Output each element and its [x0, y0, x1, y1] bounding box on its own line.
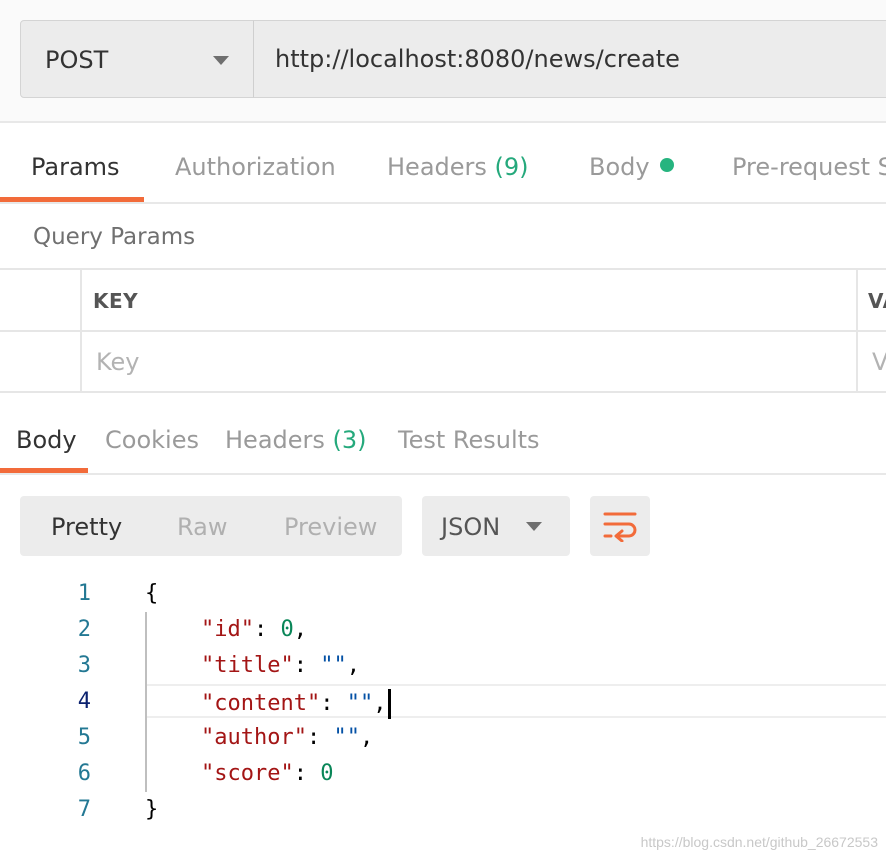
json-comma: , [346, 653, 360, 678]
code-line: "score": 0 [201, 761, 334, 786]
code-line: } [145, 797, 158, 822]
request-bar: POST http://localhost:8080/news/create [0, 0, 886, 123]
json-key: "title" [201, 653, 294, 678]
code-line: "title": "", [201, 653, 360, 678]
tab-pre-request-label: Pre-request Sc [732, 153, 886, 181]
line-number: 5 [77, 725, 91, 750]
response-tab-test-results-label: Test Results [398, 426, 540, 454]
tab-body-label: Body [589, 153, 650, 181]
table-col-divider [856, 268, 858, 393]
tab-pre-request-script[interactable]: Pre-request Sc [732, 153, 886, 181]
key-input[interactable]: Key [96, 348, 140, 376]
body-indicator-dot-icon [659, 158, 674, 172]
view-raw-button[interactable]: Raw [177, 513, 227, 541]
json-value: 0 [320, 761, 334, 786]
response-tab-body-label: Body [16, 426, 77, 454]
watermark: https://blog.csdn.net/github_26672553 [640, 834, 878, 850]
response-tab-body[interactable]: Body [16, 426, 77, 454]
wrap-lines-icon [603, 512, 637, 542]
code-line: "author": "", [201, 725, 374, 750]
wrap-lines-button[interactable] [590, 496, 650, 556]
line-number: 6 [77, 761, 91, 786]
format-selected: JSON [441, 513, 501, 541]
json-key: "author" [201, 725, 307, 750]
json-key: "score" [201, 761, 294, 786]
code-line: "id": 0, [201, 617, 307, 642]
response-tab-cookies[interactable]: Cookies [105, 426, 199, 454]
code-line: { [145, 581, 158, 606]
open-brace: { [145, 581, 159, 606]
line-number: 1 [77, 581, 91, 606]
query-params-title: Query Params [33, 224, 196, 250]
method-select[interactable]: POST [20, 20, 254, 98]
tab-body[interactable]: Body [589, 153, 674, 181]
tab-authorization-label: Authorization [175, 153, 336, 181]
indent-guide [145, 612, 147, 792]
column-header-value: VA [868, 289, 886, 313]
close-brace: } [145, 797, 159, 822]
tab-headers-label: Headers [387, 153, 487, 181]
json-key: "content" [201, 691, 321, 716]
response-tab-headers-label: Headers [225, 426, 325, 454]
json-value: "" [320, 653, 347, 678]
tabs-divider [0, 202, 886, 204]
line-number: 4 [77, 689, 91, 714]
line-number: 7 [77, 797, 91, 822]
table-header-border [0, 330, 886, 332]
column-header-key: KEY [93, 289, 139, 313]
text-cursor [388, 689, 392, 719]
table-col-divider [80, 268, 82, 393]
table-bottom-border [0, 391, 886, 393]
json-value: 0 [280, 617, 294, 642]
line-number: 3 [77, 653, 91, 678]
value-input[interactable]: V [872, 348, 886, 376]
view-preview-button[interactable]: Preview [284, 513, 377, 541]
view-pretty-button[interactable]: Pretty [51, 513, 122, 541]
json-comma: , [359, 725, 374, 750]
line-number: 2 [77, 617, 91, 642]
response-tab-headers-count: (3) [332, 426, 367, 454]
json-key: "id" [201, 617, 254, 642]
response-tabs-divider [0, 473, 886, 475]
url-text: http://localhost:8080/news/create [275, 45, 680, 73]
tab-headers[interactable]: Headers (9) [387, 153, 529, 181]
view-mode-switcher: Pretty Raw Preview [20, 496, 402, 556]
json-value: "" [346, 691, 374, 716]
tab-params[interactable]: Params [31, 153, 120, 181]
tab-params-label: Params [31, 153, 120, 181]
format-select[interactable]: JSON [422, 496, 570, 556]
chevron-down-icon [526, 522, 542, 531]
response-tab-headers[interactable]: Headers (3) [225, 426, 367, 454]
json-comma: , [373, 691, 387, 716]
chevron-down-icon [213, 56, 229, 65]
json-comma: , [293, 617, 307, 642]
tab-authorization[interactable]: Authorization [175, 153, 336, 181]
response-tab-cookies-label: Cookies [105, 426, 199, 454]
table-top-border [0, 268, 886, 270]
response-tab-test-results[interactable]: Test Results [398, 426, 540, 454]
url-input[interactable]: http://localhost:8080/news/create [253, 20, 886, 98]
code-line[interactable]: "content": "", [201, 689, 392, 719]
tab-headers-count: (9) [494, 153, 529, 181]
json-value: "" [333, 725, 360, 750]
method-label: POST [45, 46, 109, 74]
